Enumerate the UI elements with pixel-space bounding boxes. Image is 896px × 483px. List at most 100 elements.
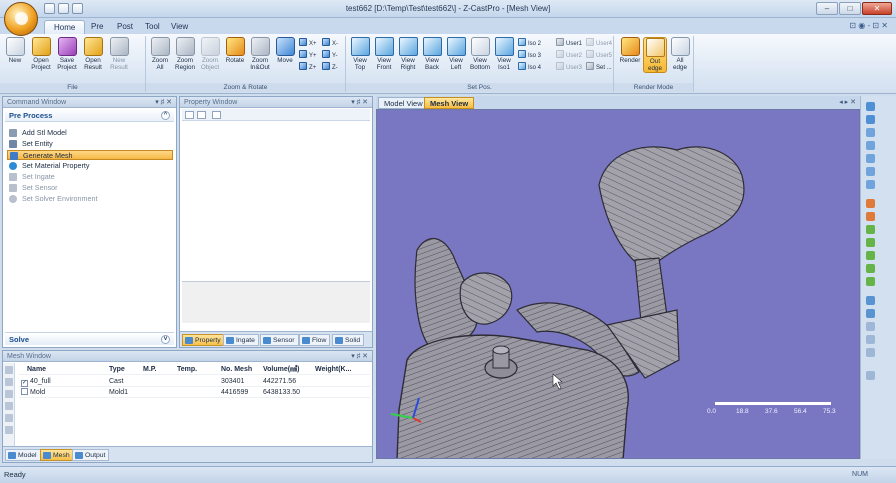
cmd-set-entity[interactable]: Set Entity [7, 139, 173, 149]
tab-view[interactable]: View [162, 20, 197, 34]
open-result-button[interactable]: Open Result [81, 37, 105, 71]
display-tool-icon[interactable] [866, 371, 875, 380]
property-window-controls[interactable]: ▾ ♯ ✕ [351, 97, 368, 108]
display-tool-icon[interactable] [866, 322, 875, 331]
section-tool-icon[interactable] [866, 199, 875, 208]
command-window-controls[interactable]: ▾ ♯ ✕ [155, 97, 172, 108]
mesh-tool-icon[interactable] [5, 390, 13, 398]
axis-z-minus-button[interactable]: Z- [322, 62, 338, 72]
user2-button[interactable]: User2 [556, 50, 582, 60]
section-tool-icon[interactable] [866, 238, 875, 247]
zoom-in-out-button[interactable]: Zoom In&Out [248, 37, 272, 71]
tab-property[interactable]: Property [182, 334, 225, 346]
out-edge-button[interactable]: Out edge [643, 37, 667, 73]
help-controls[interactable]: ⊡ ◉ - ⊡ ✕ [849, 21, 888, 30]
tab-home[interactable]: Home [44, 20, 86, 34]
mesh-window-controls[interactable]: ▾ ♯ ✕ [351, 351, 368, 362]
user1-button[interactable]: User1 [556, 38, 582, 48]
view-left-button[interactable]: View Left [444, 37, 468, 71]
view-nav-arrows[interactable]: ◂ ▸ ✕ [839, 98, 856, 106]
open-project-button[interactable]: Open Project [29, 37, 53, 71]
table-row[interactable]: Mold Mold1 4416599 6438133.50 [19, 388, 370, 398]
render-button[interactable]: Render [618, 37, 642, 64]
property-pages-icon[interactable] [212, 111, 221, 119]
tab-flow[interactable]: Flow [299, 334, 331, 346]
axis-y-minus-button[interactable]: Y- [322, 50, 337, 60]
view-top-button[interactable]: View Top [348, 37, 372, 71]
user3-button[interactable]: User3 [556, 62, 582, 72]
display-tool-icon[interactable] [866, 348, 875, 357]
view-toolbar-icon[interactable] [866, 115, 875, 124]
display-tool-icon[interactable] [866, 309, 875, 318]
view-toolbar-icon[interactable] [866, 128, 875, 137]
new-result-button[interactable]: New Result [107, 37, 131, 71]
tab-mesh[interactable]: Mesh [40, 449, 74, 461]
user4-button[interactable]: User4 [586, 38, 612, 48]
mesh-view-viewport[interactable]: 0.0 18.8 37.6 56.4 75.3 [376, 109, 860, 459]
cmd-set-sensor[interactable]: Set Sensor [7, 183, 173, 193]
view-toolbar-icon[interactable] [866, 141, 875, 150]
mesh-tool-icon[interactable] [5, 402, 13, 410]
alphabetical-icon[interactable] [197, 111, 206, 119]
axis-x-plus-button[interactable]: X+ [299, 38, 317, 48]
mesh-tool-icon[interactable] [5, 426, 13, 434]
tab-solid[interactable]: Solid [332, 334, 365, 346]
new-button[interactable]: New [3, 37, 27, 64]
cmd-set-ingate[interactable]: Set Ingate [7, 172, 173, 182]
tab-sensor[interactable]: Sensor [260, 334, 299, 346]
view-bottom-button[interactable]: View Bottom [468, 37, 492, 71]
tab-model[interactable]: Model [5, 449, 41, 461]
iso3-button[interactable]: Iso 3 [518, 50, 541, 60]
save-project-button[interactable]: Save Project [55, 37, 79, 71]
close-button[interactable]: ✕ [862, 2, 892, 15]
solve-section[interactable]: Solve v [5, 332, 174, 345]
axis-x-minus-button[interactable]: X- [322, 38, 338, 48]
tab-model-view[interactable]: Model View [378, 97, 429, 109]
maximize-button[interactable]: □ [839, 2, 861, 15]
table-row[interactable]: ✓ 40_full Cast 303401 442271.56 [19, 377, 370, 387]
axis-y-plus-button[interactable]: Y+ [299, 50, 317, 60]
display-tool-icon[interactable] [866, 335, 875, 344]
zoom-all-button[interactable]: Zoom All [148, 37, 172, 71]
iso4-button[interactable]: Iso 4 [518, 62, 541, 72]
minimize-button[interactable]: – [816, 2, 838, 15]
axis-z-plus-button[interactable]: Z+ [299, 62, 316, 72]
visibility-checkbox[interactable] [21, 388, 28, 395]
view-right-button[interactable]: View Right [396, 37, 420, 71]
iso2-button[interactable]: Iso 2 [518, 38, 541, 48]
tab-ingate[interactable]: Ingate [223, 334, 259, 346]
view-toolbar-icon[interactable] [866, 154, 875, 163]
collapse-icon[interactable]: ^ [161, 111, 170, 120]
view-back-button[interactable]: View Back [420, 37, 444, 71]
set-user-view-button[interactable]: Set ... [586, 62, 612, 72]
section-tool-icon[interactable] [866, 251, 875, 260]
move-button[interactable]: Move [273, 37, 297, 64]
pre-process-section[interactable]: Pre Process ^ [5, 109, 174, 122]
view-front-button[interactable]: View Front [372, 37, 396, 71]
zoom-region-button[interactable]: Zoom Region [173, 37, 197, 71]
user5-button[interactable]: User5 [586, 50, 612, 60]
view-toolbar-icon[interactable] [866, 167, 875, 176]
all-edge-button[interactable]: All edge [668, 37, 692, 71]
rotate-button[interactable]: Rotate [223, 37, 247, 64]
display-tool-icon[interactable] [866, 296, 875, 305]
cmd-generate-mesh[interactable]: Generate Mesh [7, 150, 173, 160]
cmd-set-material-property[interactable]: Set Material Property [7, 161, 173, 171]
section-tool-icon[interactable] [866, 264, 875, 273]
expand-icon[interactable]: v [161, 335, 170, 344]
mesh-tool-icon[interactable] [5, 378, 13, 386]
application-menu-button[interactable] [4, 2, 38, 36]
view-toolbar-icon[interactable] [866, 180, 875, 189]
mesh-tool-icon[interactable] [5, 414, 13, 422]
section-tool-icon[interactable] [866, 212, 875, 221]
visibility-checkbox[interactable]: ✓ [21, 380, 28, 387]
tab-mesh-view[interactable]: Mesh View [424, 97, 475, 109]
cmd-set-solver-environment[interactable]: Set Solver Environment [7, 194, 173, 204]
view-toolbar-icon[interactable] [866, 102, 875, 111]
view-iso1-button[interactable]: View Iso1 [492, 37, 516, 71]
cmd-add-stl-model[interactable]: Add Stl Model [7, 128, 173, 138]
zoom-object-button[interactable]: Zoom Object [198, 37, 222, 71]
mesh-tool-icon[interactable] [5, 366, 13, 374]
section-tool-icon[interactable] [866, 277, 875, 286]
tab-output[interactable]: Output [72, 449, 110, 461]
